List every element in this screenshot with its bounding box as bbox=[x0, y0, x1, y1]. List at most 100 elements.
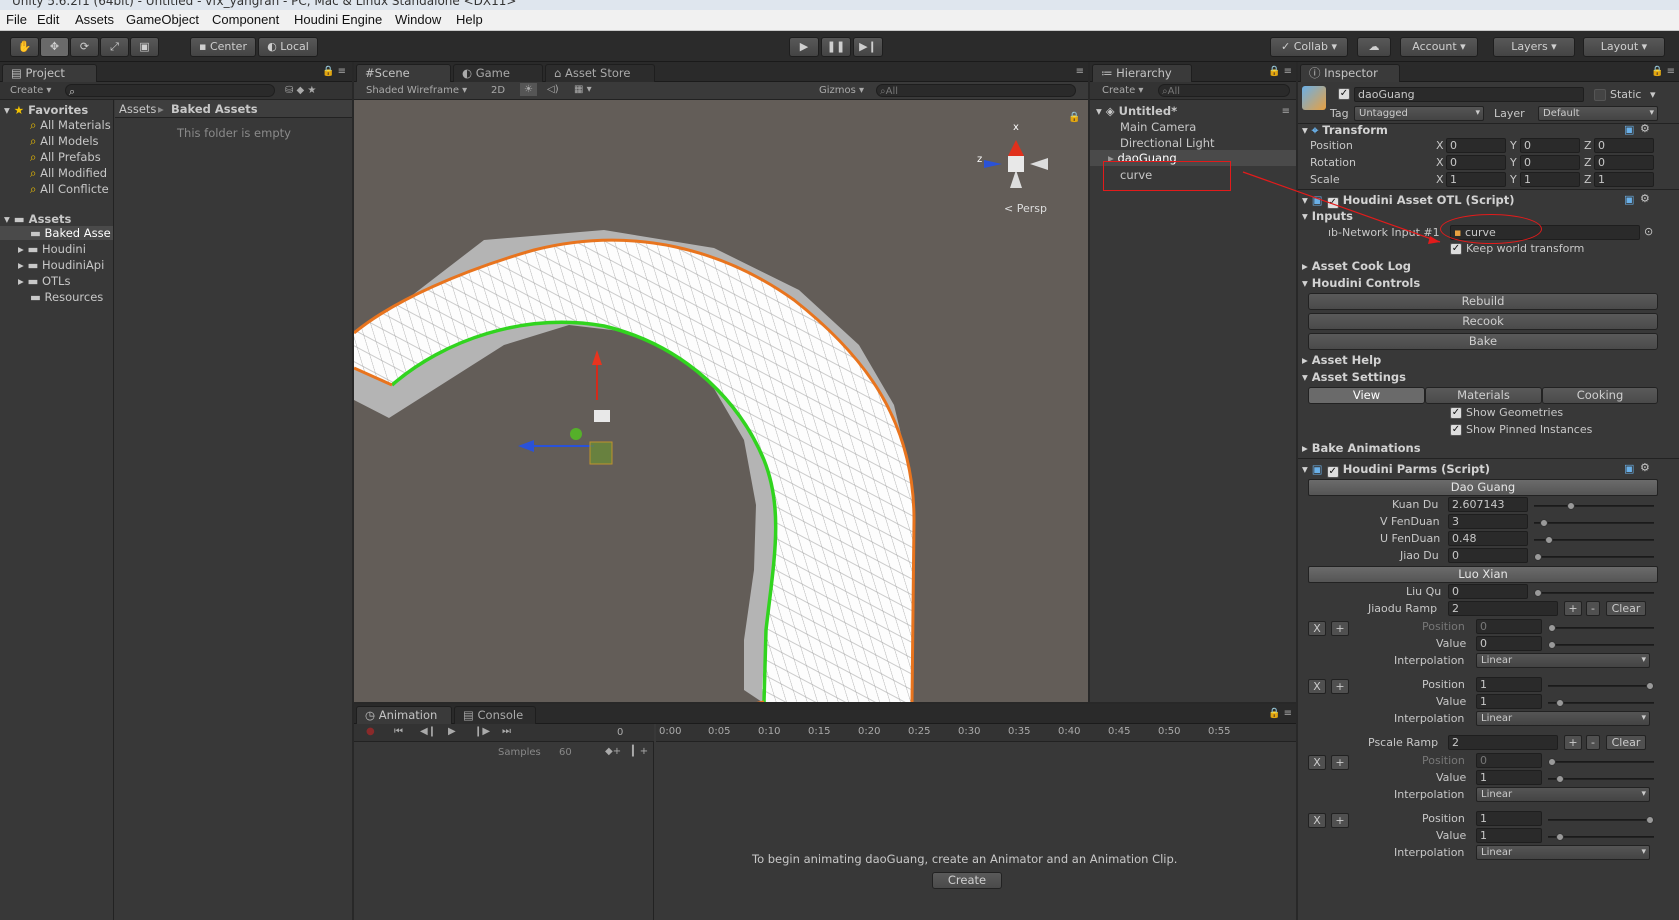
panel-menu-icon[interactable]: 🔒 ≡ bbox=[1651, 66, 1675, 77]
layer-dropdown[interactable]: Default bbox=[1538, 106, 1658, 121]
last-key-icon[interactable]: ⏭ bbox=[502, 726, 511, 737]
help-icon[interactable]: ▣ bbox=[1624, 123, 1634, 136]
project-create-button[interactable]: Create ▾ bbox=[10, 85, 51, 96]
first-key-icon[interactable]: ⏮ bbox=[394, 726, 403, 737]
point-delete-button[interactable]: X bbox=[1308, 679, 1326, 694]
point-insert-button[interactable]: + bbox=[1331, 621, 1349, 636]
tag-dropdown[interactable]: Untagged bbox=[1354, 106, 1484, 121]
cloud-icon[interactable]: ☁ bbox=[1357, 37, 1391, 57]
folder-item[interactable]: ▸ ▬ Houdini bbox=[18, 242, 86, 256]
rotation-x-field[interactable]: 0 bbox=[1446, 155, 1506, 170]
camera-gizmo-icon[interactable] bbox=[594, 410, 610, 422]
keep-world-checkbox[interactable]: ✓ bbox=[1450, 243, 1462, 255]
folder-dao-guang[interactable]: Dao Guang bbox=[1308, 479, 1658, 496]
panel-menu-icon[interactable]: 🔒 ≡ bbox=[1268, 66, 1292, 77]
pscale-ramp-field[interactable]: 2 bbox=[1448, 735, 1558, 750]
audio-icon[interactable]: ◁) bbox=[547, 84, 559, 95]
menu-edit[interactable]: Edit bbox=[37, 12, 59, 27]
param-field[interactable]: 3 bbox=[1448, 514, 1528, 529]
hand-tool-icon[interactable]: ✋ bbox=[10, 37, 39, 57]
gizmos-dropdown[interactable]: Gizmos ▾ bbox=[819, 85, 864, 96]
param-slider[interactable] bbox=[1548, 641, 1654, 649]
tab-hierarchy[interactable]: ≔ Hierarchy bbox=[1092, 64, 1192, 82]
otl-enabled-checkbox[interactable]: ✓ bbox=[1326, 197, 1339, 209]
object-picker-icon[interactable]: ⊙ bbox=[1644, 225, 1653, 238]
interp-dropdown[interactable]: Linear bbox=[1476, 653, 1650, 668]
settings-tab-cooking[interactable]: Cooking bbox=[1542, 387, 1658, 404]
account-dropdown[interactable]: Account ▾ bbox=[1400, 37, 1478, 57]
favorite-item[interactable]: ⌕ All Models bbox=[30, 134, 99, 149]
show-geometries-checkbox[interactable]: ✓ bbox=[1450, 407, 1462, 419]
cook-log-foldout[interactable]: ▸ Asset Cook Log bbox=[1302, 259, 1411, 273]
show-pinned-checkbox[interactable]: ✓ bbox=[1450, 424, 1462, 436]
point-value-field[interactable]: 1 bbox=[1476, 828, 1542, 843]
favorite-item[interactable]: ⌕ All Conflicte bbox=[30, 182, 109, 197]
point-insert-button[interactable]: + bbox=[1331, 679, 1349, 694]
point-value-field[interactable]: 0 bbox=[1476, 636, 1542, 651]
transform-header[interactable]: ▾ ⌖ Transform bbox=[1302, 123, 1388, 138]
favorite-item[interactable]: ⌕ All Materials bbox=[30, 118, 111, 133]
point-insert-button[interactable]: + bbox=[1331, 813, 1349, 828]
play-anim-icon[interactable]: ▶ bbox=[448, 726, 456, 737]
param-field[interactable]: 0.48 bbox=[1448, 531, 1528, 546]
position-x-field[interactable]: 0 bbox=[1446, 138, 1506, 153]
folder-item[interactable]: ▬ Resources bbox=[30, 290, 103, 304]
breadcrumb-root[interactable]: Assets bbox=[119, 102, 156, 116]
gizmo-y-arrow-icon[interactable] bbox=[592, 350, 602, 365]
param-slider[interactable] bbox=[1534, 502, 1654, 510]
gear-icon[interactable]: ⚙ bbox=[1640, 122, 1650, 135]
tab-scene[interactable]: #Scene bbox=[356, 64, 451, 82]
parms-header[interactable]: ▾ ▣ ✓ Houdini Parms (Script) bbox=[1302, 462, 1490, 478]
inputs-foldout[interactable]: ▾ Inputs bbox=[1302, 209, 1353, 223]
favorite-item[interactable]: ⌕ All Modified bbox=[30, 166, 107, 181]
tab-inspector[interactable]: ⓘ Inspector bbox=[1300, 64, 1400, 82]
tab-console[interactable]: ▤ Console bbox=[454, 706, 536, 724]
houdini-controls-foldout[interactable]: ▾ Houdini Controls bbox=[1302, 276, 1420, 290]
point-delete-button[interactable]: X bbox=[1308, 621, 1326, 636]
param-slider[interactable] bbox=[1534, 536, 1654, 544]
scene-viewport[interactable]: x z < Persp 🔒 bbox=[354, 100, 1088, 702]
rebuild-button[interactable]: Rebuild bbox=[1308, 293, 1658, 310]
settings-tab-view[interactable]: View bbox=[1308, 387, 1425, 404]
shading-mode-dropdown[interactable]: Shaded Wireframe ▾ bbox=[366, 85, 467, 96]
ramp-remove-button[interactable]: - bbox=[1586, 735, 1600, 750]
pivot-local-button[interactable]: ◐ Local bbox=[258, 37, 318, 57]
point-value-field[interactable]: 1 bbox=[1476, 770, 1542, 785]
pivot-center-button[interactable]: ▪ Center bbox=[190, 37, 256, 57]
help-icon[interactable]: ▣ bbox=[1624, 193, 1634, 206]
slider-knob[interactable] bbox=[1556, 833, 1564, 841]
menu-houdini-engine[interactable]: Houdini Engine bbox=[294, 12, 382, 27]
gizmo-plane-handle[interactable] bbox=[589, 441, 613, 465]
param-slider[interactable] bbox=[1548, 699, 1654, 707]
menu-file[interactable]: File bbox=[6, 12, 27, 27]
slider-knob[interactable] bbox=[1539, 519, 1548, 527]
gear-icon[interactable]: ⚙ bbox=[1640, 192, 1650, 205]
rotation-z-field[interactable]: 0 bbox=[1594, 155, 1654, 170]
active-checkbox[interactable]: ✓ bbox=[1338, 88, 1350, 100]
scale-tool-icon[interactable]: ⤢ bbox=[100, 37, 129, 57]
asset-help-foldout[interactable]: ▸ Asset Help bbox=[1302, 353, 1381, 367]
scene-menu-icon[interactable]: ≡ bbox=[1282, 106, 1290, 117]
timeline-ruler[interactable]: 0:00 0:05 0:10 0:15 0:20 0:25 0:30 0:35 … bbox=[656, 724, 1296, 742]
breadcrumb-current[interactable]: Baked Assets bbox=[171, 102, 258, 116]
slider-knob[interactable] bbox=[1646, 816, 1654, 824]
pause-button[interactable]: ❚❚ bbox=[821, 37, 851, 57]
slider-knob[interactable] bbox=[1556, 699, 1564, 707]
lighting-icon[interactable]: ☀ bbox=[520, 83, 537, 96]
next-key-icon[interactable]: ❙▶ bbox=[474, 726, 490, 737]
param-slider[interactable] bbox=[1548, 682, 1654, 690]
panel-menu-icon[interactable]: 🔒 ≡ bbox=[322, 66, 346, 77]
mode-2d-toggle[interactable]: 2D bbox=[491, 85, 505, 96]
asset-settings-foldout[interactable]: ▾ Asset Settings bbox=[1302, 370, 1406, 384]
projection-label[interactable]: < Persp bbox=[1004, 202, 1047, 215]
settings-tab-materials[interactable]: Materials bbox=[1425, 387, 1542, 404]
project-search-input[interactable]: ⌕ bbox=[65, 84, 275, 97]
slider-knob[interactable] bbox=[1567, 502, 1575, 510]
ramp-add-button[interactable]: + bbox=[1564, 735, 1582, 750]
param-field[interactable]: 2.607143 bbox=[1448, 497, 1528, 512]
param-slider[interactable] bbox=[1548, 775, 1654, 783]
object-name-field[interactable]: daoGuang bbox=[1354, 87, 1584, 102]
point-insert-button[interactable]: + bbox=[1331, 755, 1349, 770]
point-position-field[interactable]: 1 bbox=[1476, 811, 1542, 826]
folder-item[interactable]: ▸ ▬ OTLs bbox=[18, 274, 70, 288]
